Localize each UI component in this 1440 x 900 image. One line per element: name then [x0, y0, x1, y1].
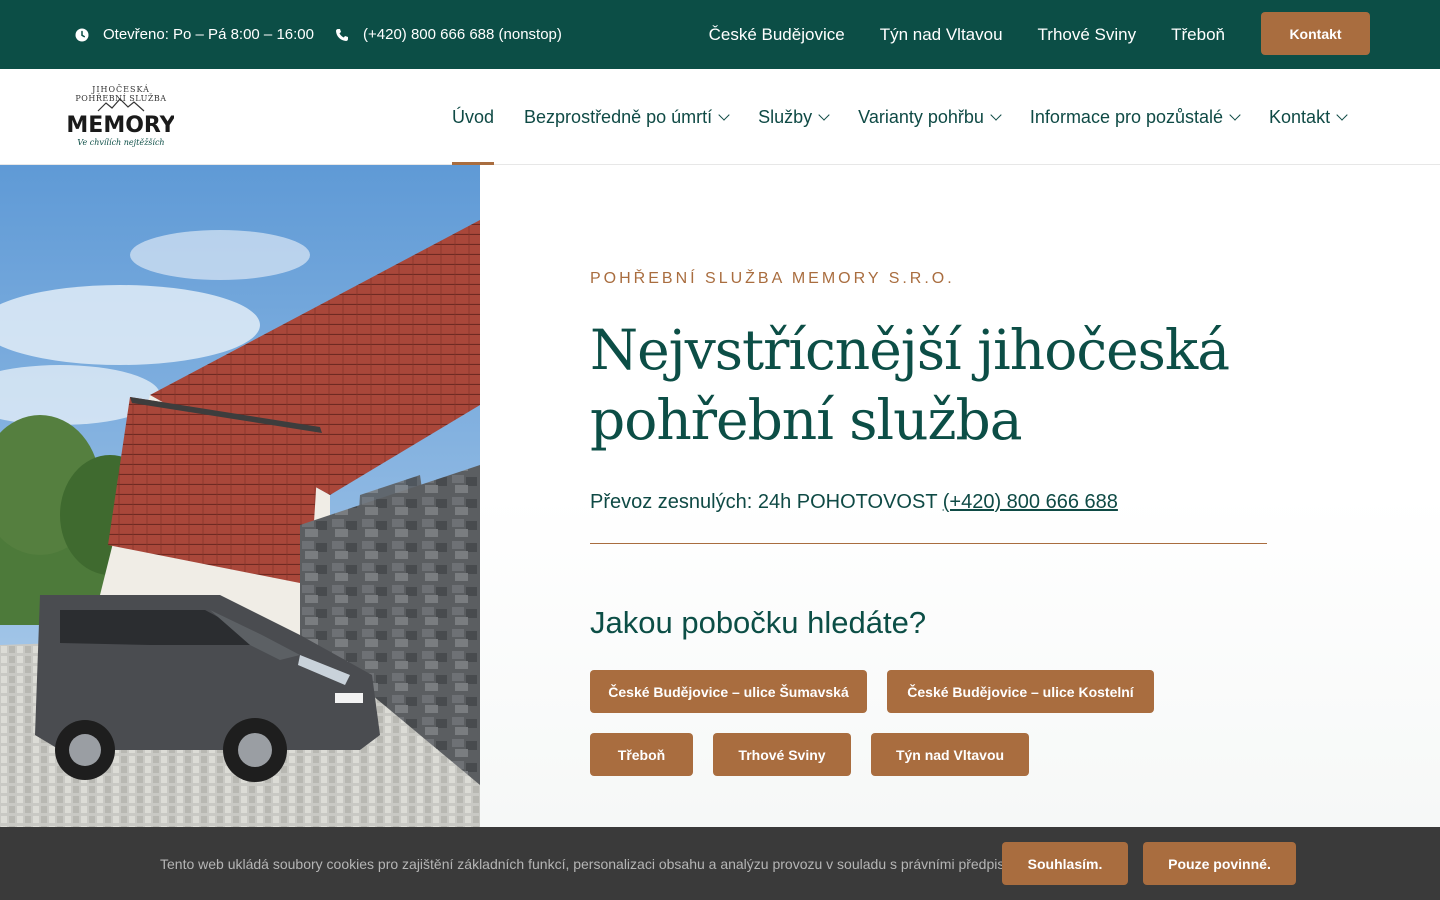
top-bar: Otevřeno: Po – Pá 8:00 – 16:00 (+420) 80…: [0, 0, 1440, 69]
toplink-trebon[interactable]: Třeboň: [1171, 25, 1225, 45]
phone-icon: [336, 28, 348, 41]
branch-button-cb-sumavska[interactable]: České Budějovice – ulice Šumavská: [590, 670, 867, 713]
svg-text:MEMORY: MEMORY: [68, 113, 174, 138]
main-header: JIHOČESKÁ POHŘEBNÍ SLUŽBA MEMORY Ve chví…: [0, 69, 1440, 165]
nav-label: Úvod: [452, 106, 495, 127]
transport-text: Převoz zesnulých: 24h POHOTOVOST: [590, 491, 938, 513]
memory-logo[interactable]: JIHOČESKÁ POHŘEBNÍ SLUŽBA MEMORY Ve chví…: [66, 83, 176, 151]
transport-phone-link[interactable]: (+420) 800 666 688: [943, 491, 1118, 513]
nav-sluzby[interactable]: Služby: [758, 69, 830, 165]
nav-label: Bezprostředně po úmrtí: [524, 106, 713, 127]
page-headline: Nejvstřícnější jihočeská pohřební služba: [590, 315, 1270, 455]
hero-content: POHŘEBNÍ SLUŽBA MEMORY S.R.O. Nejvstřícn…: [480, 165, 1440, 827]
cookie-text: Tento web ukládá soubory cookies pro zaj…: [160, 855, 1015, 872]
nav-label: Kontakt: [1269, 106, 1331, 127]
nav-kontakt[interactable]: Kontakt: [1269, 69, 1348, 165]
opening-hours-text: Otevřeno: Po – Pá 8:00 – 16:00: [103, 26, 314, 43]
cookie-accept-button[interactable]: Souhlasím.: [1002, 842, 1128, 885]
main-navigation: Úvod Bezprostředně po úmrtí Služby Varia…: [452, 69, 1348, 165]
phone-info[interactable]: (+420) 800 666 688 (nonstop): [335, 0, 562, 69]
nav-varianty-pohrbu[interactable]: Varianty pohřbu: [858, 69, 1002, 165]
funeral-home-van-photo: [0, 165, 480, 827]
svg-text:Ve chvílích nejtěžších: Ve chvílích nejtěžších: [77, 138, 164, 147]
branch-button-trebon[interactable]: Třeboň: [590, 733, 693, 776]
divider: [590, 543, 1267, 544]
chevron-down-icon: [718, 108, 730, 121]
company-kicker: POHŘEBNÍ SLUŽBA MEMORY S.R.O.: [590, 270, 955, 287]
toplink-trhove-sviny[interactable]: Trhové Sviny: [1038, 25, 1137, 45]
cookie-banner: Tento web ukládá soubory cookies pro zaj…: [0, 827, 1440, 900]
branch-question: Jakou pobočku hledáte?: [590, 605, 927, 640]
nav-uvod[interactable]: Úvod: [452, 69, 495, 165]
headline-line-1: Nejvstřícnější jihočeská: [590, 318, 1230, 382]
logo-graphic: JIHOČESKÁ POHŘEBNÍ SLUŽBA MEMORY Ve chví…: [66, 85, 176, 147]
nav-label: Informace pro pozůstalé: [1029, 106, 1224, 127]
branch-links: České Budějovice Týn nad Vltavou Trhové …: [709, 0, 1225, 69]
hero-photo: [0, 165, 480, 827]
nav-informace-pro-pozustale[interactable]: Informace pro pozůstalé: [1029, 69, 1241, 165]
transport-info: Převoz zesnulých: 24h POHOTOVOST (+420) …: [590, 491, 1118, 514]
chevron-down-icon: [818, 108, 830, 121]
cookie-required-only-button[interactable]: Pouze povinné.: [1143, 842, 1296, 885]
chevron-down-icon: [990, 108, 1002, 121]
clock-icon: [75, 28, 89, 41]
chevron-down-icon: [1229, 108, 1241, 121]
branch-button-cb-kostelni[interactable]: České Budějovice – ulice Kostelní: [887, 670, 1154, 713]
toplink-tyn-nad-vltavou[interactable]: Týn nad Vltavou: [880, 25, 1003, 45]
svg-text:JIHOČESKÁ: JIHOČESKÁ: [91, 85, 150, 94]
opening-hours: Otevřeno: Po – Pá 8:00 – 16:00: [75, 0, 314, 69]
top-contact-button[interactable]: Kontakt: [1261, 12, 1370, 55]
nav-label: Varianty pohřbu: [858, 106, 984, 127]
license-plate: [335, 693, 363, 703]
headline-line-2: pohřební služba: [590, 388, 1022, 452]
nav-label: Služby: [758, 106, 813, 127]
chevron-down-icon: [1336, 108, 1348, 121]
svg-text:POHŘEBNÍ SLUŽBA: POHŘEBNÍ SLUŽBA: [75, 94, 166, 103]
branch-button-trhove-sviny[interactable]: Trhové Sviny: [713, 733, 851, 776]
toplink-ceske-budejovice[interactable]: České Budějovice: [709, 25, 845, 45]
nav-bezprostredne-po-umrti[interactable]: Bezprostředně po úmrtí: [524, 69, 730, 165]
branch-button-tyn-nad-vltavou[interactable]: Týn nad Vltavou: [871, 733, 1029, 776]
phone-text: (+420) 800 666 688 (nonstop): [363, 26, 562, 43]
